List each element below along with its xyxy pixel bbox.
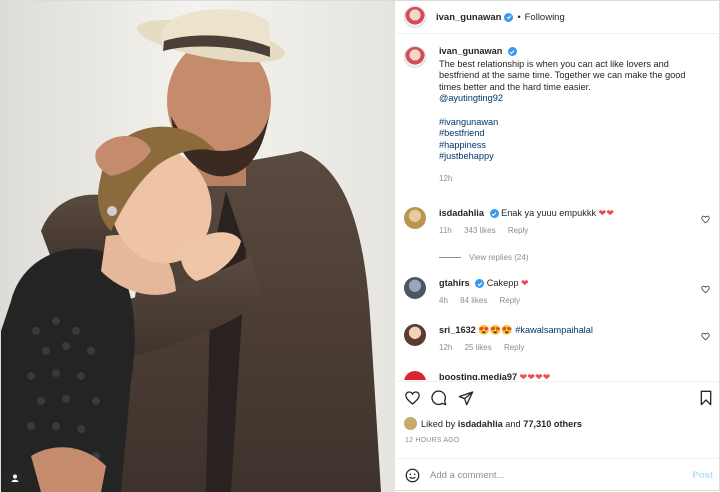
caption-username[interactable]: ivan_gunawan	[439, 46, 502, 56]
comment-username[interactable]: isdadahlia	[439, 208, 484, 218]
add-comment-bar: Post	[396, 458, 720, 492]
likes-summary[interactable]: Liked by isdadahlia and 77,310 others	[404, 417, 582, 430]
comment-emoji: ❤❤	[598, 208, 615, 218]
header-separator: •	[517, 12, 521, 22]
view-replies-button[interactable]: View replies (24)	[439, 253, 528, 262]
verified-badge-icon	[504, 12, 514, 22]
comment-username[interactable]: sri_1632	[439, 325, 476, 335]
heart-icon[interactable]	[701, 215, 710, 224]
caption-mention[interactable]: @ayutingting92	[439, 93, 709, 105]
comment-hashtag[interactable]: #kawalsampaihalal	[515, 325, 593, 335]
emoji-icon[interactable]	[405, 468, 420, 483]
hashtag-link[interactable]: #bestfriend	[439, 128, 709, 140]
heart-icon[interactable]	[404, 390, 421, 406]
action-bar	[396, 381, 720, 411]
likes-prefix: Liked by	[421, 418, 456, 429]
post-button[interactable]: Post	[692, 470, 713, 481]
post-time-ago: 12 HOURS AGO	[405, 437, 460, 444]
hashtag-link[interactable]: #happiness	[439, 140, 709, 152]
post-modal: ivan_gunawan • Following ivan_gunawan Th…	[0, 0, 720, 492]
comment-text: ❤❤❤❤	[519, 372, 551, 380]
comment-likes[interactable]: 25 likes	[465, 343, 492, 352]
verified-badge-icon	[507, 47, 517, 57]
comment-icon[interactable]	[431, 390, 447, 406]
comment-item: isdadahlia Enak ya yuuu empukkk ❤❤ 11h 3…	[404, 207, 716, 237]
post-side-panel: ivan_gunawan • Following ivan_gunawan Th…	[396, 1, 720, 492]
comment-username[interactable]: boosting.media97	[439, 372, 517, 380]
add-comment-input[interactable]	[430, 470, 670, 481]
likes-mid: and	[505, 418, 521, 429]
following-button[interactable]: Following	[525, 12, 565, 23]
user-tag-icon[interactable]	[7, 470, 23, 486]
likes-count[interactable]: 77,310 others	[523, 419, 582, 429]
heart-icon[interactable]	[701, 332, 710, 341]
avatar[interactable]	[404, 6, 426, 28]
bookmark-icon[interactable]	[699, 390, 713, 406]
comment-text: Enak ya yuuu empukkk	[501, 208, 597, 218]
hashtag-link[interactable]: #justbehappy	[439, 151, 709, 163]
comment-username[interactable]: gtahirs	[439, 278, 470, 288]
comment-item: boosting.media97 ❤❤❤❤	[404, 371, 716, 380]
avatar[interactable]	[404, 207, 426, 229]
heart-icon[interactable]	[701, 285, 710, 294]
caption-time: 12h	[439, 173, 453, 183]
caption: ivan_gunawan The best relationship is wh…	[404, 46, 714, 184]
avatar[interactable]	[404, 277, 426, 299]
avatar[interactable]	[404, 371, 426, 380]
reply-button[interactable]: Reply	[504, 343, 524, 352]
comment-text: Cakepp	[486, 278, 519, 288]
comment-likes[interactable]: 343 likes	[464, 226, 496, 235]
comment-item: sri_1632 😍😍😍 #kawalsampaihalal 12h 25 li…	[404, 324, 716, 354]
avatar[interactable]	[404, 324, 426, 346]
header-username[interactable]: ivan_gunawan	[436, 12, 501, 23]
comment-time: 12h	[439, 343, 453, 352]
verified-badge-icon	[489, 209, 499, 219]
comments-list[interactable]: ivan_gunawan The best relationship is wh…	[396, 35, 720, 380]
post-header: ivan_gunawan • Following	[396, 1, 720, 34]
comment-item: gtahirs Cakepp ❤ 4h 84 likes Reply	[404, 277, 716, 307]
share-icon[interactable]	[458, 390, 474, 406]
comment-time: 4h	[439, 296, 448, 305]
avatar[interactable]	[404, 46, 426, 68]
reply-button[interactable]: Reply	[508, 226, 528, 235]
avatar	[404, 417, 417, 430]
likes-user[interactable]: isdadahlia	[458, 419, 503, 429]
comment-emoji: ❤	[521, 278, 529, 288]
view-replies-label: View replies (24)	[469, 253, 529, 262]
comment-time: 11h	[439, 226, 452, 235]
reply-button[interactable]: Reply	[500, 296, 520, 305]
hashtag-link[interactable]: #ivangunawan	[439, 117, 709, 129]
photo-illustration	[1, 1, 395, 492]
caption-text: The best relationship is when you can ac…	[439, 58, 686, 92]
comment-likes[interactable]: 84 likes	[460, 296, 487, 305]
post-photo[interactable]	[1, 1, 395, 492]
comment-text: 😍😍😍	[478, 325, 513, 335]
verified-badge-icon	[475, 279, 485, 289]
